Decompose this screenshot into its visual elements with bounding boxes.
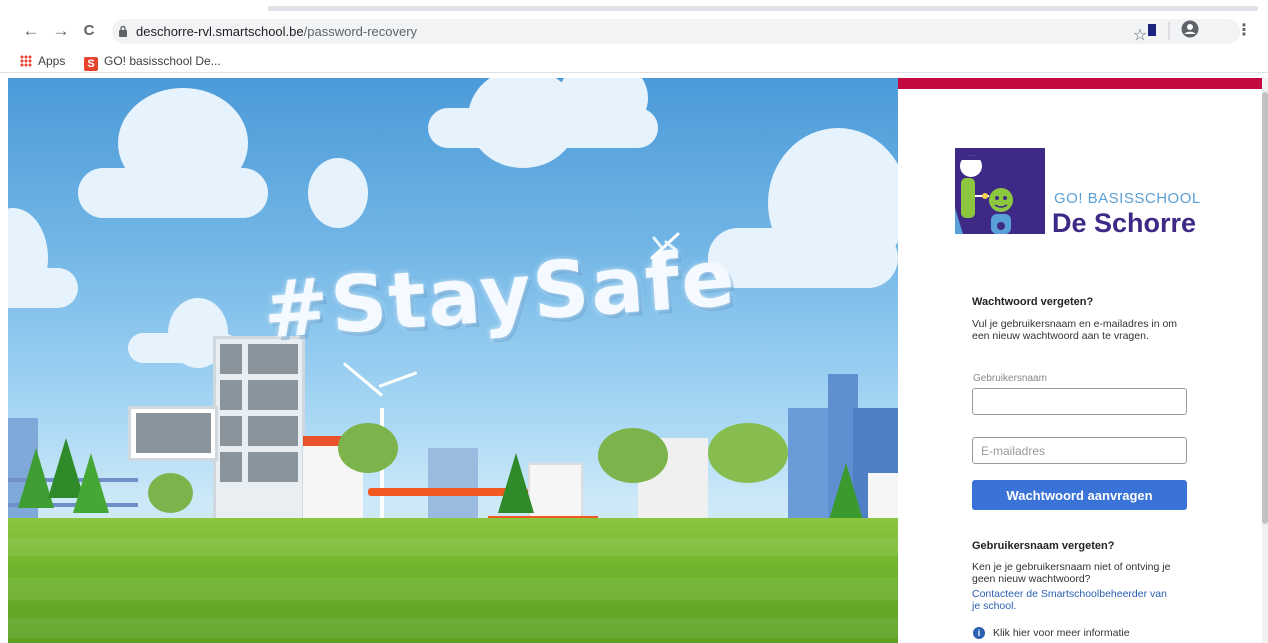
url-text[interactable]: deschorre-rvl.smartschool.be/password-re… [136,24,417,39]
logo-title: De Schorre [1052,208,1197,238]
reload-icon[interactable]: C [78,20,100,42]
forward-icon[interactable]: → [50,20,72,42]
contact-admin-link[interactable]: Contacteer de Smartschoolbeheerder van j… [972,588,1172,612]
bookmark-school[interactable]: S GO! basisschool De... [84,52,221,71]
browser-menu-icon[interactable]: ⋮ [1236,20,1252,42]
scrollbar-thumb[interactable] [1262,92,1268,524]
url-path: /password-recovery [303,24,418,39]
username-label: Gebruikersnaam [973,373,1047,384]
airplane-icon [650,232,680,260]
bookmark-apps-label: Apps [38,54,66,68]
info-icon: i [973,627,985,639]
request-password-button[interactable]: Wachtwoord aanvragen [972,480,1187,510]
accent-bar [898,78,1262,89]
lawn [8,518,898,643]
smartschool-favicon-icon: S [84,57,98,71]
profile-icon[interactable] [1178,20,1202,42]
forgot-username-heading: Gebruikersnaam vergeten? [972,540,1115,552]
username-input[interactable] [972,388,1187,415]
forgot-username-text: Ken je je gebruikersnaam niet of ontving… [972,561,1171,585]
bookmarks-bar: Apps S GO! basisschool De... [0,49,1268,73]
toolbar-divider [1168,22,1170,40]
address-bar[interactable]: deschorre-rvl.smartschool.be/password-re… [112,19,1240,44]
form-heading: Wachtwoord vergeten? [972,296,1094,308]
tab-strip [0,0,1268,14]
more-info-link[interactable]: Klik hier voor meer informatie [993,627,1130,639]
browser-toolbar: ← → C deschorre-rvl.smartschool.be/passw… [0,14,1268,49]
login-panel [898,78,1262,643]
tab-strip-bar [268,6,1258,11]
extension-icon[interactable] [1142,20,1162,42]
school-logo-icon [955,148,1045,234]
hero-illustration: #StaySafe [8,78,898,643]
email-input[interactable] [972,437,1187,464]
url-host: deschorre-rvl.smartschool.be [136,24,304,39]
logo-subtitle: GO! BASISSCHOOL [1054,190,1201,207]
apps-grid-icon [20,55,32,67]
back-icon[interactable]: ← [20,20,42,42]
form-intro: Vul je gebruikersnaam en e-mailadres in … [972,318,1178,342]
bookmark-apps[interactable]: Apps [20,52,65,70]
lock-icon [119,25,127,37]
bookmark-school-label: GO! basisschool De... [104,54,221,68]
